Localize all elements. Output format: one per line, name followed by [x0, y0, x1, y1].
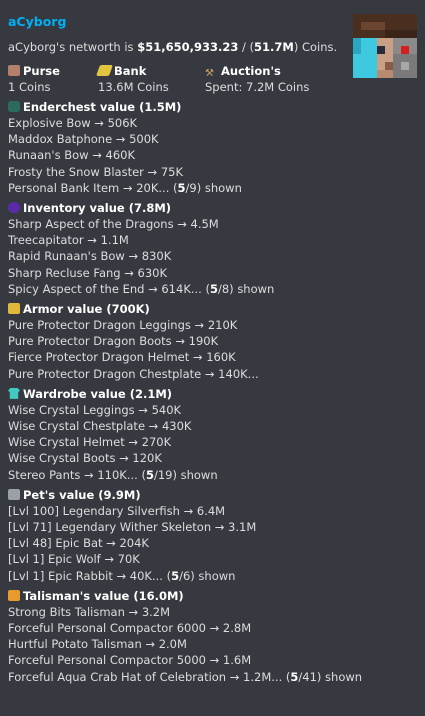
- field-purse: Purse 1 Coins: [8, 63, 98, 95]
- item-line-last: Spicy Aspect of the End → 614K... (5/8) …: [8, 281, 275, 296]
- section-title: Armor value (700K): [8, 301, 417, 317]
- item-line: Sharp Aspect of the Dragons → 4.5M: [8, 217, 219, 232]
- item-line: [Lvl 71] Legendary Wither Skeleton → 3.1…: [8, 520, 257, 535]
- section-title: Wardrobe value (2.1M): [8, 386, 417, 402]
- shown-count: 5: [171, 568, 180, 583]
- item-line: Pure Protector Dragon Leggings → 210K: [8, 318, 238, 333]
- field-bank: Bank 13.6M Coins: [95, 63, 205, 95]
- talisman-chest-icon: [8, 589, 20, 601]
- ender-chest-icon: [8, 101, 20, 112]
- item-line: Frosty the Snow Blaster → 75K: [8, 164, 184, 179]
- auction-value: Spent: 7.2M Coins: [205, 80, 310, 94]
- section-title: Inventory value (7.8M): [8, 200, 417, 216]
- item-line-last: Stereo Pants → 110K... (5/19) shown: [8, 467, 218, 482]
- item-line: Forceful Personal Compactor 5000 → 1.6M: [8, 653, 252, 668]
- item-line: Maddox Batphone → 500K: [8, 132, 159, 147]
- hammer-icon: [205, 64, 214, 75]
- section-armor: Armor value (700K) Pure Protector Dragon …: [8, 301, 417, 382]
- section-pets: Pet's value (9.9M) [Lvl 100] Legendary Si…: [8, 487, 417, 584]
- section-inventory: Inventory value (7.8M) Sharp Aspect of th…: [8, 200, 417, 297]
- item-line-last: Forceful Aqua Crab Hat of Celebration → …: [8, 669, 363, 684]
- section-talisman: Talisman's value (16.0M) Strong Bits Tali…: [8, 588, 417, 685]
- section-wardrobe: Wardrobe value (2.1M) Wise Crystal Leggin…: [8, 386, 417, 483]
- gold-ingot-icon: [95, 65, 114, 76]
- chestplate-icon: [8, 387, 20, 399]
- item-line: Wise Crystal Leggings → 540K: [8, 402, 182, 417]
- item-line: Wise Crystal Boots → 120K: [8, 451, 162, 466]
- armor-icon: [8, 303, 20, 315]
- item-line: Explosive Bow → 506K: [8, 116, 138, 130]
- item-line: [Lvl 48] Epic Bat → 204K: [8, 536, 149, 551]
- item-line: Wise Crystal Chestplate → 430K: [8, 419, 192, 434]
- item-line: [Lvl 100] Legendary Silverfish → 6.4M: [8, 503, 226, 518]
- item-line: Strong Bits Talisman → 3.2M: [8, 604, 171, 619]
- item-line-last: [Lvl 1] Epic Rabbit → 40K... (5/6) shown: [8, 568, 236, 583]
- purse-icon: [8, 65, 20, 76]
- networth-value: $51,650,933.23: [137, 40, 239, 54]
- value-sections: Enderchest value (1.5M) Explosive Bow → 5…: [8, 99, 417, 685]
- section-title: Pet's value (9.9M): [8, 487, 417, 503]
- item-line: Sharp Recluse Fang → 630K: [8, 265, 168, 280]
- item-line: Runaan's Bow → 460K: [8, 148, 136, 163]
- bank-value: 13.6M Coins: [98, 80, 169, 94]
- shown-count: 5: [209, 281, 218, 296]
- inventory-orb-icon: [8, 202, 20, 214]
- shown-count: 5: [145, 467, 154, 482]
- section-enderchest: Enderchest value (1.5M) Explosive Bow → 5…: [8, 99, 417, 196]
- player-head-avatar: [353, 14, 417, 78]
- section-title: Talisman's value (16.0M): [8, 588, 417, 604]
- field-auctions: Auction's Spent: 7.2M Coins: [205, 63, 355, 95]
- item-line: Treecapitator → 1.1M: [8, 233, 129, 248]
- section-title: Enderchest value (1.5M): [8, 99, 417, 115]
- item-line-last: Pure Protector Dragon Chestplate → 140K.…: [8, 366, 259, 381]
- purse-value: 1 Coins: [8, 80, 51, 94]
- item-line: Rapid Runaan's Bow → 830K: [8, 249, 172, 264]
- item-line: [Lvl 1] Epic Wolf → 70K: [8, 552, 140, 567]
- item-line: Wise Crystal Helmet → 270K: [8, 435, 172, 450]
- item-line: Pure Protector Dragon Boots → 190K: [8, 334, 219, 349]
- item-line-last: Personal Bank Item → 20K... (5/9) shown: [8, 180, 242, 195]
- item-line: Forceful Personal Compactor 6000 → 2.8M: [8, 621, 252, 636]
- networth-embed: aCyborg aCyborg's networth is $51,650,93…: [0, 0, 425, 716]
- shown-count: 5: [177, 180, 186, 195]
- pet-egg-icon: [8, 488, 20, 500]
- item-line: Hurtful Potato Talisman → 2.0M: [8, 637, 187, 652]
- item-line: Fierce Protector Dragon Helmet → 160K: [8, 350, 236, 365]
- networth-short: 51.7M: [254, 40, 294, 54]
